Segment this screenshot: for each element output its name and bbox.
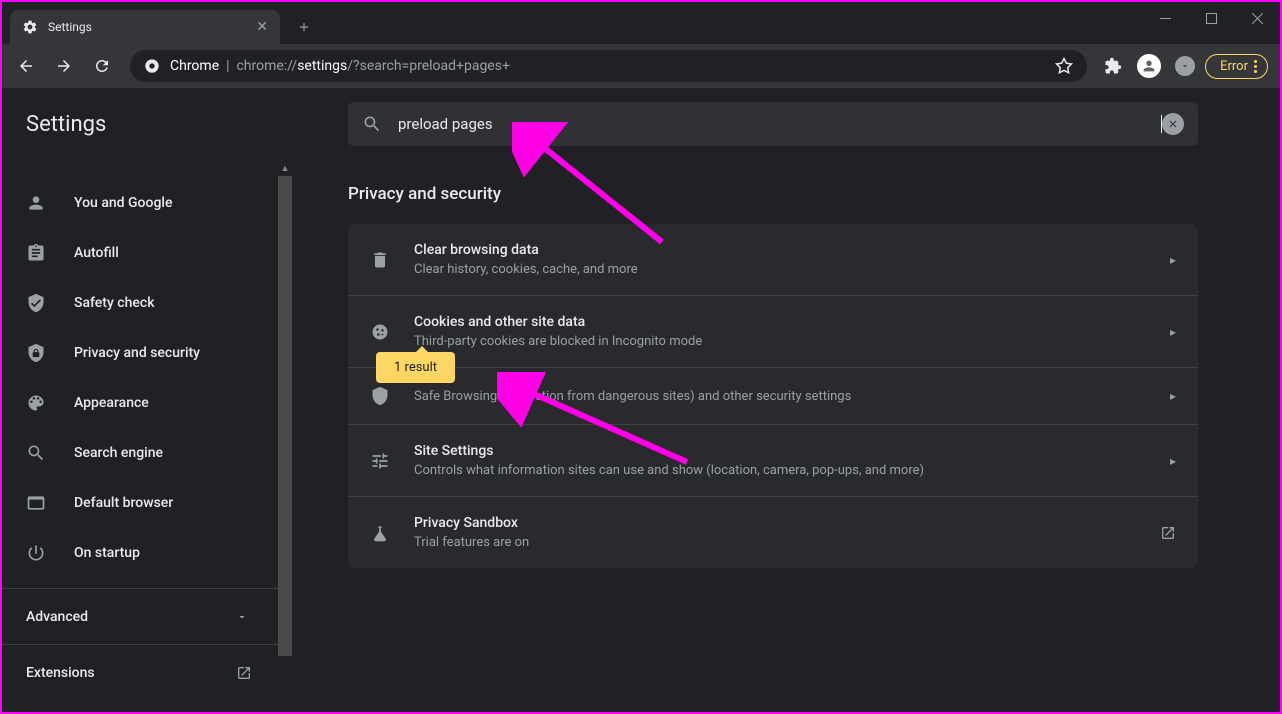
flask-icon [370, 523, 390, 543]
browser-toolbar: Chrome | chrome://settings/?search=prelo… [2, 44, 1280, 88]
sidebar-item-search-engine[interactable]: Search engine [2, 428, 292, 478]
settings-card: Clear browsing dataClear history, cookie… [348, 224, 1198, 568]
launch-icon [1160, 525, 1176, 541]
sidebar-item-privacy[interactable]: Privacy and security [2, 328, 292, 378]
scroll-thumb[interactable] [278, 176, 292, 656]
omnibox-label: Chrome [170, 58, 219, 74]
item-security[interactable]: 1 result Safe Browsing (protection from … [348, 368, 1198, 425]
person-icon [26, 193, 46, 213]
browser-tab[interactable]: Settings ✕ [10, 10, 280, 44]
sidebar-scrollbar[interactable]: ▲ [278, 160, 292, 712]
clear-search-button[interactable] [1162, 113, 1184, 135]
sidebar-item-autofill[interactable]: Autofill [2, 228, 292, 278]
window-controls [1142, 2, 1280, 34]
sidebar-item-safety[interactable]: Safety check [2, 278, 292, 328]
sidebar-advanced-toggle[interactable]: Advanced [2, 588, 292, 644]
item-cookies[interactable]: Cookies and other site dataThird-party c… [348, 296, 1198, 368]
power-icon [26, 543, 46, 563]
bookmark-icon[interactable] [1055, 57, 1073, 75]
extensions-icon[interactable] [1097, 50, 1129, 82]
item-site-settings[interactable]: Site SettingsControls what information s… [348, 425, 1198, 497]
chevron-down-icon [236, 611, 248, 623]
search-text-value: preload pages [398, 115, 1153, 133]
back-button[interactable] [8, 48, 44, 84]
menu-dots-icon [1254, 60, 1257, 73]
minimize-button[interactable] [1142, 2, 1188, 34]
address-bar[interactable]: Chrome | chrome://settings/?search=prelo… [130, 50, 1087, 82]
vpn-badge-icon[interactable] [1169, 50, 1201, 82]
shield-check-icon [26, 293, 46, 313]
search-result-tooltip: 1 result [376, 352, 455, 383]
maximize-button[interactable] [1188, 2, 1234, 34]
chevron-right-icon: ▸ [1170, 325, 1176, 339]
forward-button[interactable] [46, 48, 82, 84]
browser-icon [26, 493, 46, 513]
chevron-right-icon: ▸ [1170, 253, 1176, 267]
error-button[interactable]: Error [1205, 54, 1268, 79]
security-icon [370, 386, 390, 406]
reload-button[interactable] [84, 48, 120, 84]
sidebar-item-on-startup[interactable]: On startup [2, 528, 292, 578]
search-icon [26, 443, 46, 463]
item-clear-browsing-data[interactable]: Clear browsing dataClear history, cookie… [348, 224, 1198, 296]
sidebar-item-default-browser[interactable]: Default browser [2, 478, 292, 528]
gear-icon [22, 19, 38, 35]
item-privacy-sandbox[interactable]: Privacy SandboxTrial features are on [348, 497, 1198, 568]
page-title: Settings [2, 90, 348, 159]
section-title: Privacy and security [348, 184, 1198, 204]
sidebar-item-appearance[interactable]: Appearance [2, 378, 292, 428]
tab-title: Settings [48, 20, 256, 34]
close-window-button[interactable] [1234, 2, 1280, 34]
trash-icon [370, 250, 390, 270]
tune-icon [370, 451, 390, 471]
chevron-right-icon: ▸ [1170, 389, 1176, 403]
close-icon[interactable]: ✕ [256, 19, 268, 35]
avatar-icon [1137, 54, 1161, 78]
cookie-icon [370, 322, 390, 342]
launch-icon [236, 665, 252, 681]
settings-search-input[interactable]: preload pages [348, 102, 1198, 146]
settings-main-panel: Privacy and security Clear browsing data… [292, 160, 1280, 712]
scroll-up-arrow[interactable]: ▲ [278, 160, 292, 176]
chevron-right-icon: ▸ [1170, 454, 1176, 468]
palette-icon [26, 393, 46, 413]
sidebar-extensions-link[interactable]: Extensions [2, 644, 292, 700]
profile-button[interactable] [1133, 50, 1165, 82]
chrome-icon [144, 58, 160, 74]
browser-titlebar: Settings ✕ [2, 2, 1280, 44]
sidebar-item-you-and-google[interactable]: You and Google [2, 178, 292, 228]
settings-sidebar: You and Google Autofill Safety check Pri… [2, 160, 292, 712]
shield-lock-icon [26, 343, 46, 363]
search-icon [362, 114, 382, 134]
clipboard-icon [26, 243, 46, 263]
new-tab-button[interactable] [290, 13, 318, 41]
